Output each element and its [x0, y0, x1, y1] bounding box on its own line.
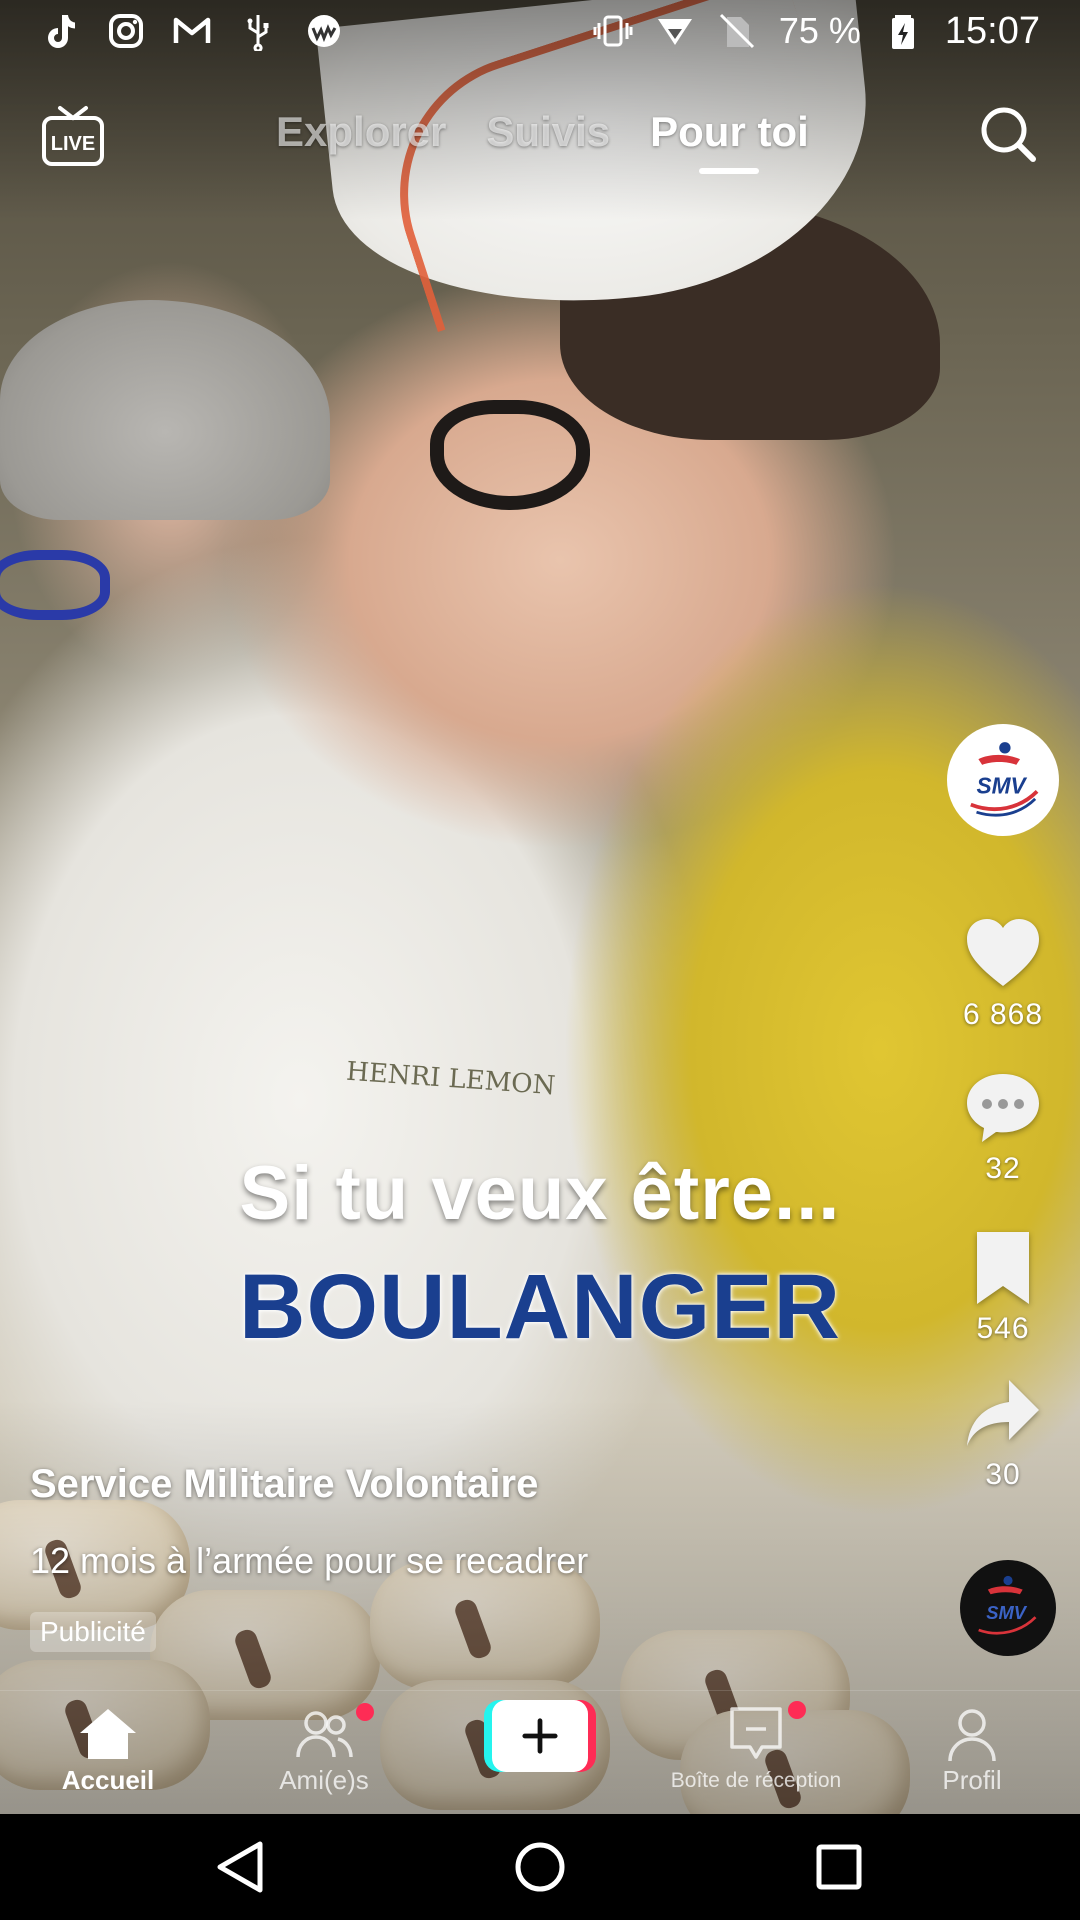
search-button[interactable] [976, 102, 1040, 166]
app-icon [304, 11, 344, 51]
tiktok-icon [40, 11, 80, 51]
avatar-text: SMV [977, 772, 1028, 798]
background-figure [0, 550, 110, 620]
live-button[interactable]: LIVE [40, 104, 106, 170]
like-action[interactable]: 6 868 [944, 914, 1062, 1032]
comment-action[interactable]: 32 [944, 1068, 1062, 1186]
nav-profile-label: Profil [942, 1765, 1002, 1795]
nav-friends-label: Ami(e)s [279, 1765, 369, 1795]
background-figure [430, 400, 590, 510]
share-action[interactable]: 30 [944, 1374, 1062, 1492]
apron-embroidery: HENRI LEMON [345, 1056, 557, 1102]
inbox-notification-dot [788, 1701, 806, 1719]
back-button[interactable] [210, 1836, 272, 1898]
video-caption-line2: BOULANGER [239, 1256, 841, 1358]
share-count: 30 [985, 1458, 1021, 1491]
profile-icon [948, 1709, 996, 1762]
smv-logo: SMV [978, 1575, 1037, 1635]
friends-icon [296, 1711, 353, 1758]
video-description[interactable]: 12 mois à l’armée pour se recadrer [30, 1540, 588, 1582]
tab-pour-toi[interactable]: Pour toi [650, 108, 809, 156]
live-icon: LIVE [42, 106, 104, 166]
square-icon [816, 1844, 862, 1890]
usb-icon [238, 11, 278, 51]
nav-friends[interactable]: Ami(e)s [224, 1705, 424, 1796]
save-count: 546 [976, 1312, 1030, 1345]
home-button[interactable] [509, 1836, 571, 1898]
battery-percentage: 75 % [778, 10, 861, 51]
clock: 15:07 [944, 9, 1040, 52]
home-icon [80, 1709, 136, 1759]
gmail-icon [172, 11, 212, 51]
top-navigation: LIVE Explorer Suivis Pour toi [0, 100, 1080, 190]
creator-avatar[interactable]: SMV [947, 724, 1059, 836]
nav-profile[interactable]: Profil [872, 1705, 1072, 1796]
ad-badge: Publicité [30, 1612, 156, 1652]
disc-text: SMV [986, 1602, 1027, 1623]
nav-inbox[interactable]: Boîte de réception [656, 1705, 856, 1793]
live-label: LIVE [51, 133, 95, 155]
nav-home[interactable]: Accueil [8, 1705, 208, 1796]
feed-tabs: Explorer Suivis Pour toi [276, 108, 809, 156]
create-button[interactable] [484, 1700, 596, 1772]
recents-button[interactable] [808, 1836, 870, 1898]
tab-suivis[interactable]: Suivis [486, 108, 610, 156]
bookmark-icon [977, 1232, 1029, 1304]
comment-count: 32 [985, 1152, 1021, 1185]
author-name[interactable]: Service Militaire Volontaire [30, 1462, 538, 1507]
search-icon [981, 107, 1036, 162]
signal-icon [655, 11, 695, 51]
inbox-icon [730, 1707, 782, 1759]
vibrate-icon [593, 11, 633, 51]
back-icon [217, 1841, 263, 1893]
like-count: 6 868 [962, 998, 1044, 1031]
plus-icon [522, 1718, 558, 1754]
circle-icon [515, 1842, 565, 1892]
comment-icon [967, 1074, 1039, 1142]
create-button-face [492, 1700, 588, 1772]
smv-logo: SMV [950, 727, 1056, 833]
background-figure [0, 300, 330, 520]
tab-explorer[interactable]: Explorer [276, 108, 446, 156]
heart-icon [967, 919, 1039, 986]
nav-home-label: Accueil [61, 1765, 155, 1795]
video-caption-line1: Si tu veux être... [239, 1151, 841, 1236]
save-action[interactable]: 546 [944, 1228, 1062, 1346]
instagram-icon [106, 11, 146, 51]
status-bar: 75 % 15:07 [0, 0, 1080, 62]
nav-inbox-label: Boîte de réception [670, 1769, 842, 1792]
battery-icon [883, 11, 923, 51]
system-navigation-bar [0, 1814, 1080, 1920]
no-sim-icon [717, 11, 757, 51]
share-icon [967, 1380, 1039, 1446]
friends-notification-dot [356, 1703, 374, 1721]
music-disc[interactable]: SMV [960, 1560, 1056, 1656]
